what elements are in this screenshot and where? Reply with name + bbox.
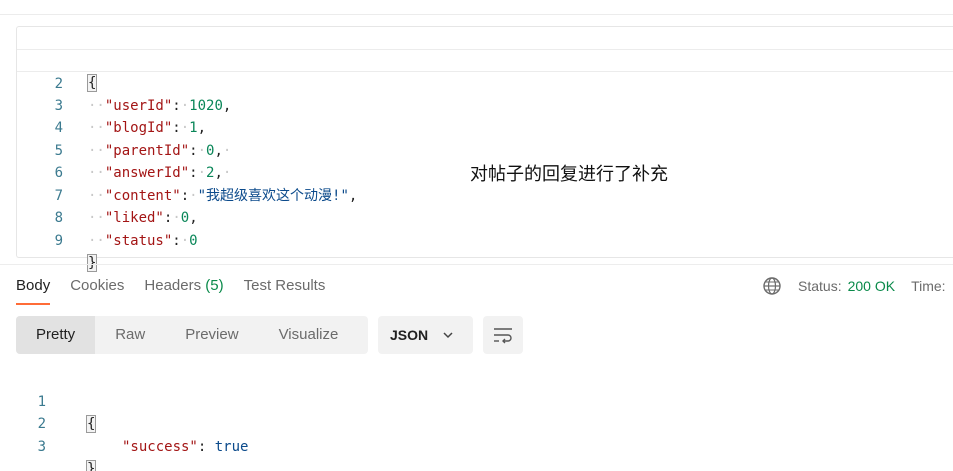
- code-line: 2 ··"userId":·1020,: [17, 49, 953, 114]
- code-line: 1 {: [17, 27, 953, 92]
- view-visualize-button[interactable]: Visualize: [259, 316, 359, 354]
- code-line: 3 ··"blogId":·1,: [17, 72, 953, 137]
- wrap-lines-button[interactable]: [483, 316, 523, 354]
- view-mode-group: Pretty Raw Preview Visualize: [16, 316, 368, 354]
- headers-count: (5): [205, 277, 224, 294]
- view-raw-button[interactable]: Raw: [95, 316, 165, 354]
- format-select-value: JSON: [390, 327, 429, 343]
- code-line: 2 "success": true: [0, 391, 953, 455]
- close-brace: }: [85, 460, 97, 471]
- tab-headers-label: Headers: [144, 277, 202, 294]
- code-line: 4 ··"parentId":·0,·: [17, 95, 953, 159]
- tab-test-results[interactable]: Test Results: [244, 277, 326, 305]
- code-line: 8 ··"status":·0: [17, 185, 953, 249]
- close-brace: }: [86, 254, 98, 272]
- time-label: Time:: [911, 278, 946, 294]
- line-number: 9: [54, 232, 63, 249]
- status-value[interactable]: 200 OK: [848, 278, 895, 294]
- request-body-editor[interactable]: 1 { 2 ··"userId":·1020, 3 ··"blogId":·1,…: [16, 26, 953, 272]
- code-line: 3 }: [0, 413, 953, 471]
- top-toolbar-strip: [0, 0, 953, 15]
- response-status-bar: Status: 200 OK Time:: [762, 276, 946, 296]
- json-value: true: [214, 438, 249, 455]
- status-label: Status:: [798, 278, 842, 294]
- json-key: "success": [122, 438, 198, 455]
- annotation-text: 对帖子的回复进行了补充: [470, 164, 668, 185]
- globe-icon[interactable]: [762, 276, 782, 296]
- code-line: 1 {: [0, 368, 953, 433]
- code-line: 6 ··"content":·"我超级喜欢这个动漫!",: [17, 140, 953, 204]
- response-body-viewer[interactable]: 1 { 2 "success": true 3 }: [0, 368, 953, 471]
- code-line: 5 ··"answerId":·2,·: [17, 117, 953, 182]
- chevron-down-icon: [443, 332, 453, 339]
- view-pretty-button[interactable]: Pretty: [16, 316, 96, 354]
- response-tabs: Body Cookies Headers (5) Test Results: [16, 277, 345, 307]
- code-line: 9 }: [17, 207, 953, 272]
- tab-headers[interactable]: Headers (5): [144, 277, 223, 305]
- tab-cookies[interactable]: Cookies: [70, 277, 124, 305]
- section-divider: [0, 264, 953, 265]
- json-key: "status": [104, 232, 173, 249]
- json-value: 0: [189, 232, 198, 249]
- wrap-lines-icon: [494, 328, 512, 344]
- view-preview-button[interactable]: Preview: [165, 316, 258, 354]
- format-select[interactable]: JSON: [378, 316, 473, 354]
- tab-body[interactable]: Body: [16, 277, 51, 305]
- line-number: 3: [37, 438, 46, 455]
